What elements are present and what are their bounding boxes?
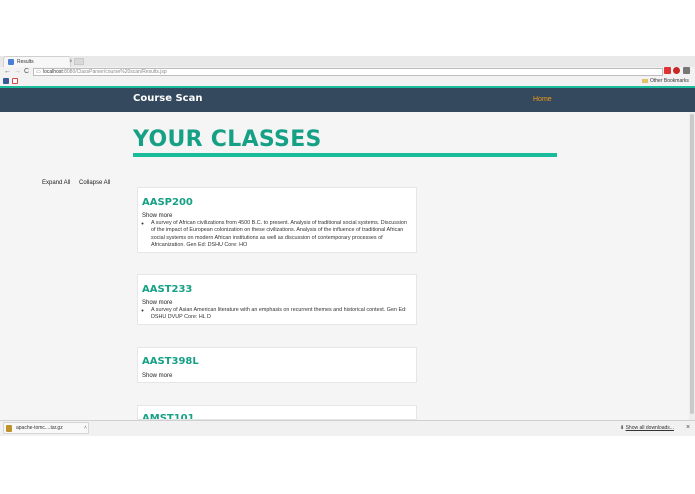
forward-icon[interactable]: →: [14, 67, 21, 77]
download-item[interactable]: apache-tomc....tar.gz ˄: [3, 422, 89, 434]
new-tab-button[interactable]: [74, 58, 84, 65]
collapse-all-button[interactable]: Collapse All: [79, 179, 110, 188]
site-brand[interactable]: Course Scan: [133, 92, 202, 106]
nav-home-link[interactable]: Home: [533, 95, 552, 105]
other-bookmarks[interactable]: Other Bookmarks: [642, 77, 689, 86]
bookmarks-bar: [0, 77, 695, 86]
course-card: AAST233 Show more A survey of Asian Amer…: [137, 274, 417, 325]
show-more-toggle[interactable]: Show more: [142, 212, 172, 220]
course-card: AAST398L Show more: [137, 347, 417, 383]
course-description: A survey of Asian American literature wi…: [142, 307, 412, 322]
show-more-toggle[interactable]: Show more: [142, 299, 172, 307]
extension-icon[interactable]: [664, 67, 671, 74]
expand-all-button[interactable]: Expand All: [42, 179, 70, 188]
course-code: AAST398L: [142, 356, 199, 367]
course-code: AASP200: [142, 197, 193, 208]
download-shelf: [0, 420, 695, 436]
scrollbar-thumb[interactable]: [690, 114, 694, 414]
folder-icon: [642, 78, 648, 83]
course-card: AMST101: [137, 405, 417, 420]
address-bar[interactable]: ▭ localhost:8080/ClassParser/course%20sc…: [33, 68, 691, 76]
url-text: localhost:8080/ClassParser/course%20scan…: [43, 69, 167, 75]
page-title: YOUR CLASSES: [133, 127, 322, 152]
description-item: A survey of African civilizations from 4…: [151, 220, 412, 249]
course-card: AASP200 Show more A survey of African ci…: [137, 187, 417, 253]
facebook-bookmark-icon[interactable]: [3, 78, 9, 84]
download-filename: apache-tomc....tar.gz: [16, 425, 63, 431]
back-icon[interactable]: ←: [4, 67, 11, 77]
course-description: A survey of African civilizations from 4…: [142, 220, 412, 249]
download-menu-icon[interactable]: ˄: [84, 423, 87, 433]
page-favicon-icon: [8, 59, 14, 65]
description-item: A survey of Asian American literature wi…: [151, 307, 412, 322]
course-code: AMST101: [142, 413, 195, 420]
archive-file-icon: [6, 425, 12, 432]
gmail-bookmark-icon[interactable]: [12, 78, 18, 84]
browser-tab-results[interactable]: Results ×: [3, 56, 73, 67]
site-navbar: [0, 86, 695, 112]
title-underline: [133, 153, 557, 157]
course-code: AAST233: [142, 284, 193, 295]
wrench-icon[interactable]: [683, 67, 690, 74]
page-icon: ▭: [36, 69, 41, 75]
reload-icon[interactable]: C: [24, 67, 29, 77]
tab-strip: [0, 56, 695, 67]
screen-margin: [0, 436, 695, 494]
show-more-toggle[interactable]: Show more: [142, 372, 172, 380]
close-download-shelf-icon[interactable]: ×: [686, 423, 690, 433]
show-all-downloads-link[interactable]: ⬇ Show all downloads...: [620, 424, 674, 433]
download-arrow-icon: ⬇: [620, 425, 625, 431]
tab-close-icon[interactable]: ×: [69, 57, 73, 67]
adblock-icon[interactable]: [673, 67, 680, 74]
tab-title: Results: [17, 59, 34, 65]
